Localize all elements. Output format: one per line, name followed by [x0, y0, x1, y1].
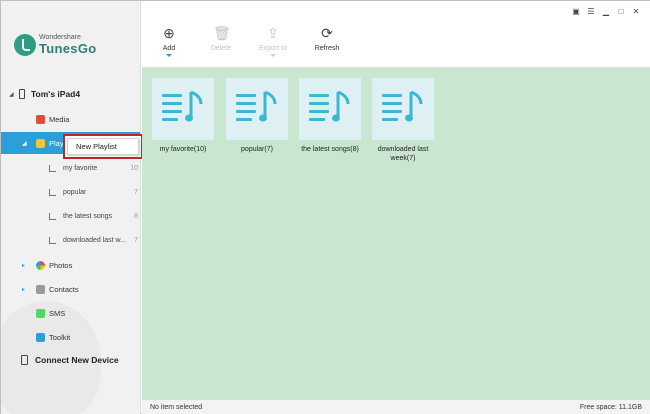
export-button[interactable]: ⇪ Export to — [248, 25, 298, 57]
playlist-sub-icon — [49, 188, 56, 196]
expand-arrow-icon[interactable]: ◢ — [22, 140, 27, 147]
device-name: Tom's iPad4 — [31, 89, 81, 99]
playlist-icon — [36, 138, 45, 148]
playlist-sub-icon — [49, 164, 56, 172]
expand-arrow-icon[interactable]: ▸ — [22, 286, 25, 293]
music-note-icon — [185, 90, 203, 122]
phone-icon — [21, 355, 28, 365]
dropdown-arrow-icon[interactable] — [166, 54, 172, 57]
feedback-icon[interactable]: ▣ — [570, 7, 582, 17]
maximize-button[interactable]: □ — [615, 7, 627, 17]
app-window: Wondershare TunesGo ◢ Tom's iPad4 Media … — [0, 0, 650, 414]
playlist-tile[interactable]: downloaded last week(7) — [372, 78, 434, 163]
plus-circle-icon: ⊕ — [163, 25, 175, 41]
product-name: TunesGo — [39, 41, 97, 56]
sidebar-item-photos[interactable]: ▸ Photos — [1, 254, 140, 276]
tunesgo-logo-icon — [14, 34, 36, 56]
music-note-icon — [405, 90, 423, 122]
playlist-tile[interactable]: the latest songs(8) — [299, 78, 361, 154]
close-button[interactable]: ✕ — [630, 7, 642, 17]
playlist-tile-label: popular(7) — [241, 146, 273, 153]
refresh-button[interactable]: ⟳ Refresh — [302, 25, 352, 52]
sidebar-item-media[interactable]: Media — [1, 108, 140, 130]
photos-icon — [36, 260, 45, 270]
playlist-item[interactable]: downloaded last w... 7 — [1, 231, 140, 249]
playlist-tile-label: the latest songs(8) — [301, 146, 359, 153]
new-playlist-popup: New Playlist — [63, 134, 143, 159]
ipad-icon — [19, 89, 25, 99]
playlist-tile-label: my favorite(10) — [159, 146, 207, 153]
toolbar: ⊕ Add 🗑 Delete ⇪ Export to ⟳ Refresh ▣ ☰… — [142, 1, 650, 68]
playlist-sub-icon — [49, 236, 56, 244]
sidebar: Wondershare TunesGo ◢ Tom's iPad4 Media … — [1, 1, 141, 414]
playlist-grid: my favorite(10) popular(7) the latest so… — [142, 68, 650, 399]
playlist-thumbnail — [372, 78, 434, 140]
contacts-icon — [36, 284, 45, 294]
playlist-thumbnail — [152, 78, 214, 140]
delete-button[interactable]: 🗑 Delete — [196, 25, 246, 52]
playlist-item[interactable]: the latest songs 8 — [1, 207, 140, 225]
media-icon — [36, 114, 45, 124]
new-playlist-menu-item[interactable]: New Playlist — [67, 138, 139, 155]
music-note-icon — [332, 90, 350, 122]
app-logo: Wondershare TunesGo — [14, 34, 96, 56]
collapse-arrow-icon[interactable]: ◢ — [9, 91, 19, 98]
playlist-tile-label: downloaded last week(7) — [377, 146, 429, 162]
playlist-item[interactable]: popular 7 — [1, 183, 140, 201]
menu-icon[interactable]: ☰ — [585, 7, 597, 17]
toolkit-icon — [36, 332, 45, 342]
sms-icon — [36, 308, 45, 318]
playlist-item[interactable]: my favorite 10 — [1, 159, 140, 177]
free-space: Free space: 11.1GB — [579, 403, 642, 411]
playlist-tile[interactable]: popular(7) — [226, 78, 288, 154]
expand-arrow-icon[interactable]: ▸ — [22, 262, 25, 269]
playlist-thumbnail — [299, 78, 361, 140]
window-controls: ▣ ☰ ▁ □ ✕ — [567, 7, 642, 17]
refresh-icon: ⟳ — [321, 25, 333, 41]
sidebar-item-sms[interactable]: SMS — [1, 302, 140, 324]
minimize-button[interactable]: ▁ — [600, 7, 612, 17]
dropdown-arrow-icon[interactable] — [270, 54, 276, 57]
trash-icon: 🗑 — [213, 25, 231, 41]
add-button[interactable]: ⊕ Add — [144, 25, 194, 57]
sidebar-item-toolkit[interactable]: Toolkit — [1, 326, 140, 348]
playlist-sub-icon — [49, 212, 56, 220]
playlist-thumbnail — [226, 78, 288, 140]
music-note-icon — [259, 90, 277, 122]
sidebar-item-contacts[interactable]: ▸ Contacts — [1, 278, 140, 300]
export-icon: ⇪ — [267, 25, 279, 41]
playlist-tile[interactable]: my favorite(10) — [152, 78, 214, 154]
selection-status: No item selected — [150, 403, 203, 411]
status-bar: No item selected Free space: 11.1GB — [142, 399, 650, 414]
device-item[interactable]: ◢ Tom's iPad4 — [9, 89, 80, 99]
connect-new-device[interactable]: Connect New Device — [21, 355, 119, 365]
